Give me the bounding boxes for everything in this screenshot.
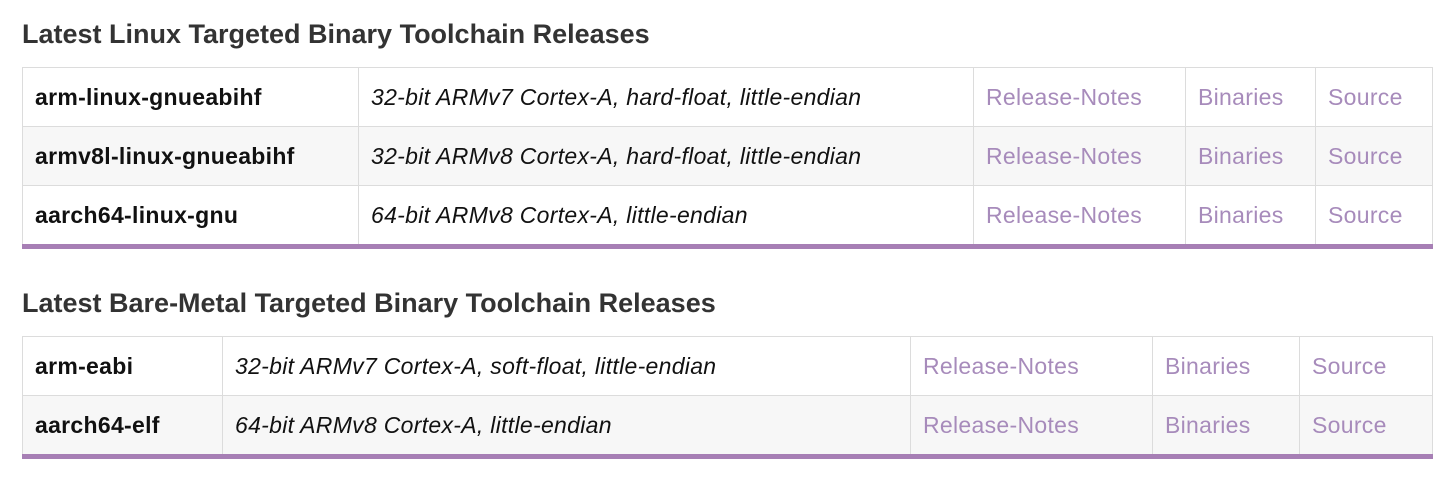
source-link[interactable]: Source bbox=[1328, 143, 1403, 169]
table-row: arm-linux-gnueabihf 32-bit ARMv7 Cortex-… bbox=[22, 67, 1433, 127]
linux-toolchain-table: arm-linux-gnueabihf 32-bit ARMv7 Cortex-… bbox=[22, 67, 1433, 249]
toolchain-description: 32-bit ARMv7 Cortex-A, soft-float, littl… bbox=[222, 336, 911, 396]
binaries-link[interactable]: Binaries bbox=[1165, 412, 1251, 438]
release-notes-link[interactable]: Release-Notes bbox=[986, 143, 1142, 169]
binaries-link[interactable]: Binaries bbox=[1198, 143, 1284, 169]
table-row: aarch64-elf 64-bit ARMv8 Cortex-A, littl… bbox=[22, 395, 1433, 457]
toolchain-name: aarch64-elf bbox=[22, 395, 223, 457]
bare-metal-toolchain-table: arm-eabi 32-bit ARMv7 Cortex-A, soft-flo… bbox=[22, 336, 1433, 459]
toolchain-description: 32-bit ARMv8 Cortex-A, hard-float, littl… bbox=[358, 126, 974, 186]
binaries-link[interactable]: Binaries bbox=[1165, 353, 1251, 379]
table-row: armv8l-linux-gnueabihf 32-bit ARMv8 Cort… bbox=[22, 126, 1433, 186]
table-row: aarch64-linux-gnu 64-bit ARMv8 Cortex-A,… bbox=[22, 185, 1433, 247]
release-notes-link[interactable]: Release-Notes bbox=[923, 412, 1079, 438]
toolchain-description: 64-bit ARMv8 Cortex-A, little-endian bbox=[222, 395, 911, 457]
release-notes-link[interactable]: Release-Notes bbox=[923, 353, 1079, 379]
table-row: arm-eabi 32-bit ARMv7 Cortex-A, soft-flo… bbox=[22, 336, 1433, 396]
toolchain-name: armv8l-linux-gnueabihf bbox=[22, 126, 359, 186]
toolchain-description: 32-bit ARMv7 Cortex-A, hard-float, littl… bbox=[358, 67, 974, 127]
toolchain-name: arm-eabi bbox=[22, 336, 223, 396]
source-link[interactable]: Source bbox=[1328, 84, 1403, 110]
release-notes-link[interactable]: Release-Notes bbox=[986, 202, 1142, 228]
source-link[interactable]: Source bbox=[1312, 353, 1387, 379]
release-notes-link[interactable]: Release-Notes bbox=[986, 84, 1142, 110]
binaries-link[interactable]: Binaries bbox=[1198, 84, 1284, 110]
toolchain-description: 64-bit ARMv8 Cortex-A, little-endian bbox=[358, 185, 974, 247]
toolchain-name: aarch64-linux-gnu bbox=[22, 185, 359, 247]
source-link[interactable]: Source bbox=[1312, 412, 1387, 438]
bare-metal-section-title: Latest Bare-Metal Targeted Binary Toolch… bbox=[22, 288, 716, 318]
toolchain-name: arm-linux-gnueabihf bbox=[22, 67, 359, 127]
source-link[interactable]: Source bbox=[1328, 202, 1403, 228]
linux-section-title: Latest Linux Targeted Binary Toolchain R… bbox=[22, 19, 650, 49]
binaries-link[interactable]: Binaries bbox=[1198, 202, 1284, 228]
